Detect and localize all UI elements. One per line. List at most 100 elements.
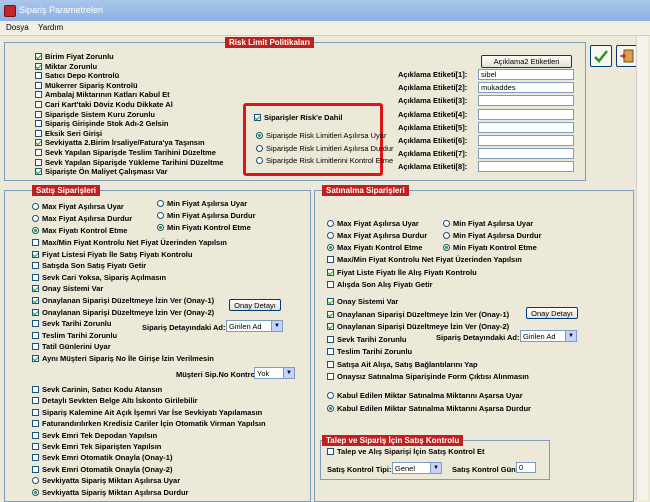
radio-button[interactable] <box>443 244 450 251</box>
checkbox[interactable] <box>327 335 334 343</box>
checkbox[interactable] <box>35 72 42 80</box>
sales-max-radio-3[interactable]: Max Fiyatı Kontrol Etme <box>32 226 127 235</box>
checkbox[interactable] <box>35 101 42 108</box>
radio-button[interactable] <box>32 227 39 234</box>
sales-check-b-3[interactable]: Sipariş Kalemine Ait Açık İşemri Var İse… <box>32 408 262 417</box>
risk-check-7[interactable]: Siparişde Sistem Kuru Zorunlu <box>35 110 155 119</box>
aciklama-etiketi-input-5[interactable] <box>478 121 574 133</box>
aciklama-etiketi-input-6[interactable] <box>478 135 574 146</box>
checkbox[interactable] <box>35 110 42 118</box>
sales-check-a-1[interactable]: Max/Min Fiyat Kontrolu Net Fiyat Üzerind… <box>32 238 227 247</box>
risk-check-4[interactable]: Mükerrer Sipariş Kontrolü <box>35 81 138 90</box>
sales-check-a-8[interactable]: Sevk Tarihi Zorunlu <box>32 319 111 328</box>
checkbox[interactable] <box>327 373 334 380</box>
purchase-check-b-2[interactable]: Onaylanan Siparişi Düzeltmeye İzin Ver (… <box>327 310 509 319</box>
chevron-down-icon[interactable]: ▼ <box>271 321 282 331</box>
radio-button[interactable] <box>32 477 39 484</box>
aciklama-etiketi-input-4[interactable] <box>478 108 574 120</box>
checkbox[interactable] <box>327 310 334 318</box>
vertical-scrollbar[interactable] <box>636 36 648 500</box>
purchase-onay-detayi-button[interactable]: Onay Detayı <box>526 307 578 319</box>
checkbox[interactable] <box>32 408 39 416</box>
exit-button[interactable] <box>616 45 638 67</box>
checkbox[interactable] <box>35 62 42 70</box>
talep-gun-input[interactable]: 0 <box>516 462 536 473</box>
risk-include-check[interactable]: Siparişler Risk'e Dahil <box>254 113 343 122</box>
checkbox[interactable] <box>327 268 334 276</box>
checkbox[interactable] <box>32 443 39 450</box>
sales-check-a-11[interactable]: Aynı Müşteri Sipariş No İle Girişe İzin … <box>32 354 214 363</box>
checkbox[interactable] <box>35 149 42 156</box>
purchase-check-b-6[interactable]: Satışa Ait Alışa, Satış Bağlantılarını Y… <box>327 360 478 369</box>
checkbox[interactable] <box>32 297 39 304</box>
checkbox[interactable] <box>32 308 39 316</box>
purchase-detay-select[interactable]: Girilen Ad ▼ <box>520 330 577 342</box>
sales-min-radio-2[interactable]: Min Fiyat Aşılırsa Durdur <box>157 211 256 220</box>
purchase-check-b-3[interactable]: Onaylanan Siparişi Düzeltmeye İzin Ver (… <box>327 322 509 331</box>
risk-check-3[interactable]: Satıcı Depo Kontrolü <box>35 71 119 80</box>
checkbox[interactable] <box>32 454 39 462</box>
aciklama-etiketi-input-3[interactable] <box>478 95 574 107</box>
checkbox[interactable] <box>35 168 42 176</box>
sales-check-a-7[interactable]: Onaylanan Siparişi Düzeltmeye İzin Ver (… <box>32 308 214 317</box>
sales-check-b-7[interactable]: Sevk Emri Otomatik Onayla (Onay-1) <box>32 453 172 462</box>
sales-min-radio-1[interactable]: Min Fiyat Aşılırsa Uyar <box>157 199 247 208</box>
purchase-max-radio-2[interactable]: Max Fiyat Aşılırsa Durdur <box>327 231 427 240</box>
purchase-check-b-4[interactable]: Sevk Tarihi Zorunlu <box>327 335 406 344</box>
risk-option-3[interactable]: Siparişde Risk Limitlerini Kontrol Etme <box>256 156 393 165</box>
checkbox[interactable] <box>327 348 334 355</box>
risk-check-6[interactable]: Cari Kart'taki Döviz Kodu Dikkate Al <box>35 100 173 109</box>
sales-check-a-3[interactable]: Satışda Son Satış Fiyatı Getir <box>32 261 146 270</box>
radio-button[interactable] <box>157 200 164 207</box>
radio-button[interactable] <box>443 232 450 239</box>
ok-button[interactable] <box>590 45 612 67</box>
purchase-min-radio-3[interactable]: Min Fiyatı Kontrol Etme <box>443 243 537 252</box>
checkbox[interactable] <box>32 331 39 339</box>
chevron-down-icon[interactable]: ▼ <box>283 368 294 378</box>
talep-tip-select[interactable]: Genel ▼ <box>392 462 442 474</box>
risk-check-11[interactable]: Sevk Yapılan Siparişde Teslim Tarihini D… <box>35 148 216 157</box>
radio-button[interactable] <box>327 232 334 239</box>
purchase-check-b-7[interactable]: Onaysız Satınalma Siparişinde Form Çıktı… <box>327 372 529 381</box>
purchase-max-radio-3[interactable]: Max Fiyatı Kontrol Etme <box>327 243 422 252</box>
checkbox[interactable] <box>35 158 42 166</box>
sales-check-a-10[interactable]: Tatil Günlerini Uyar <box>32 342 111 351</box>
sales-sevkiyat-radio-1[interactable]: Sevkiyatta Sipariş Miktarı Aşılırsa Uyar <box>32 476 180 485</box>
checkbox[interactable] <box>32 239 39 246</box>
radio-button[interactable] <box>327 392 334 399</box>
checkbox[interactable] <box>35 120 42 128</box>
radio-button[interactable] <box>157 212 164 219</box>
aciklama2-etiketleri-button[interactable]: Açıklama2 Etiketleri <box>481 55 572 68</box>
purchase-check-a-3[interactable]: Alışda Son Alış Fiyatı Getir <box>327 280 433 289</box>
radio-button[interactable] <box>32 203 39 210</box>
sales-max-radio-1[interactable]: Max Fiyat Aşılırsa Uyar <box>32 202 124 211</box>
sales-check-b-2[interactable]: Detaylı Sevkten Belge Altı İskonto Giril… <box>32 396 198 405</box>
sales-check-b-8[interactable]: Sevk Emri Otomatik Onayla (Onay-2) <box>32 465 172 474</box>
checkbox[interactable] <box>32 420 39 428</box>
risk-check-12[interactable]: Sevk Yapılan Siparişde Yükleme Tarihini … <box>35 158 223 167</box>
chevron-down-icon[interactable]: ▼ <box>430 463 441 473</box>
radio-button[interactable] <box>327 220 334 227</box>
checkbox[interactable] <box>327 298 334 305</box>
risk-check-8[interactable]: Sipariş Girişinde Stok Adı-2 Gelsin <box>35 119 169 128</box>
menu-yardim[interactable]: Yardım <box>38 23 63 32</box>
aciklama-etiketi-input-2[interactable]: mukaddes <box>478 82 574 94</box>
purchase-max-radio-1[interactable]: Max Fiyat Aşılırsa Uyar <box>327 219 419 228</box>
checkbox[interactable] <box>327 360 334 368</box>
checkbox[interactable] <box>32 320 39 328</box>
purchase-check-a-1[interactable]: Max/Min Fiyat Kontrolu Net Fiyat Üzerind… <box>327 255 522 264</box>
checkbox[interactable] <box>327 323 334 330</box>
checkbox[interactable] <box>32 397 39 405</box>
talep-check[interactable]: Talep ve Alış Siparişi İçin Satış Kontro… <box>327 447 485 456</box>
risk-check-2[interactable]: Miktar Zorunlu <box>35 62 97 71</box>
checkbox[interactable] <box>35 81 42 89</box>
menu-dosya[interactable]: Dosya <box>6 23 29 32</box>
checkbox[interactable] <box>327 256 334 263</box>
checkbox[interactable] <box>32 355 39 362</box>
sales-min-radio-3[interactable]: Min Fiyatı Kontrol Etme <box>157 223 251 232</box>
sales-onay-detayi-button[interactable]: Onay Detayı <box>229 299 281 311</box>
checkbox[interactable] <box>32 273 39 281</box>
aciklama-etiketi-input-8[interactable] <box>478 161 574 173</box>
sales-check-a-6[interactable]: Onaylanan Siparişi Düzeltmeye İzin Ver (… <box>32 296 214 305</box>
purchase-min-radio-2[interactable]: Min Fiyat Aşılırsa Durdur <box>443 231 542 240</box>
